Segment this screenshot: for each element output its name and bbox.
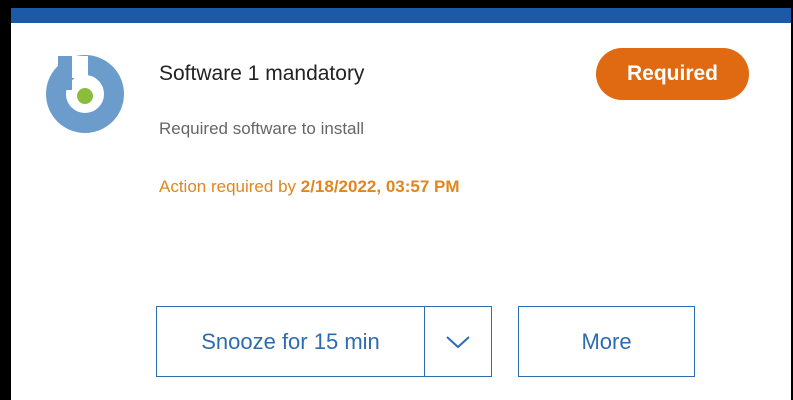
action-required-text: Action required by 2/18/2022, 03:57 PM [159,177,460,197]
notification-card: Software 1 mandatory Required Required s… [11,8,791,400]
app-logo-icon [43,50,127,134]
action-required-prefix: Action required by [159,177,301,196]
notification-title: Software 1 mandatory [159,62,365,85]
required-badge: Required [596,48,749,100]
more-button[interactable]: More [518,306,695,377]
notification-subtitle: Required software to install [159,119,365,138]
snooze-dropdown-button[interactable] [425,307,491,376]
window-frame: Software 1 mandatory Required Required s… [0,0,793,400]
chevron-down-icon [446,335,470,348]
accent-top-bar [11,8,791,23]
snooze-split-button: Snooze for 15 min [156,306,492,377]
action-deadline: 2/18/2022, 03:57 PM [300,177,460,196]
snooze-button[interactable]: Snooze for 15 min [157,307,425,376]
